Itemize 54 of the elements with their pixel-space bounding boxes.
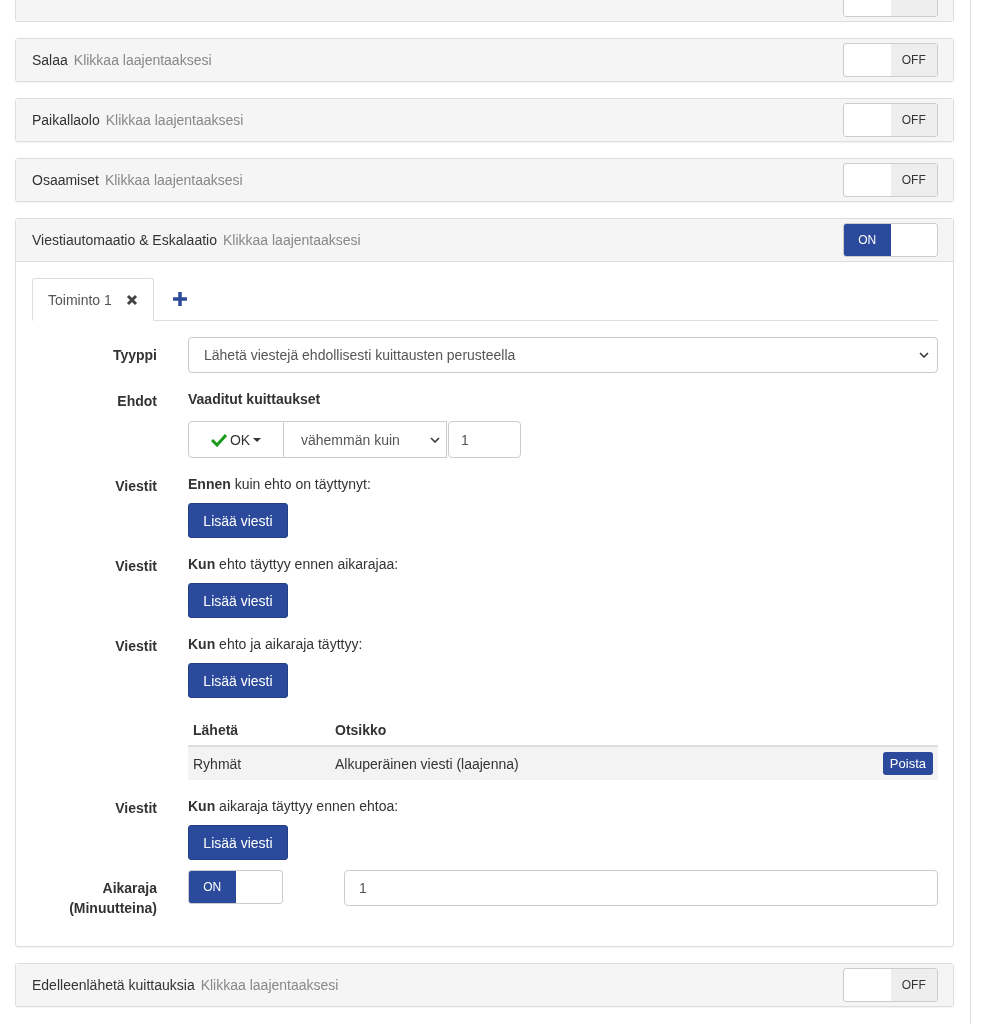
add-message-button[interactable]: Lisää viesti (188, 825, 288, 860)
panel-hint: Klikkaa laajentaaksesi (200, 977, 339, 993)
panel-hint: Klikkaa laajentaaksesi (73, 52, 212, 68)
delete-button[interactable]: Poista (882, 752, 933, 775)
field-label: Aikaraja (Minuutteina) (68, 879, 157, 918)
timeout-input[interactable]: 1 (344, 870, 938, 906)
tab[interactable]: Toiminto 1 (32, 278, 154, 321)
panel-title: Edelleenlähetä kuittauksia (32, 977, 195, 993)
panel-header[interactable]: Osaamiset Klikkaa laajentaaksesi OFF (16, 159, 953, 201)
column-header: Otsikko (334, 722, 388, 738)
checkmark-icon (210, 432, 227, 447)
column-header: Lähetä (192, 722, 240, 738)
conditions-heading: Vaaditut kuittaukset (188, 390, 321, 407)
panel-title: Salaa (32, 52, 68, 68)
toggle-switch[interactable]: OFF (843, 43, 938, 77)
toggle-switch[interactable]: OFF (843, 103, 938, 137)
close-icon (125, 293, 138, 306)
field-label: Viestit (114, 477, 157, 496)
panel-header[interactable]: Edelleenlähetä kuittauksia Klikkaa laajentaaksesi OFF (16, 964, 953, 1006)
add-message-button[interactable]: Lisää viesti (188, 503, 288, 538)
messages-description: Kun aikaraja täyttyy ennen ehtoa: (188, 797, 399, 814)
table-cell-text: Alkuperäinen viesti (laajenna) (334, 755, 520, 772)
panel-header[interactable]: Viestiautomaatio & Eskalaatio Klikkaa laajentaaksesi ON (16, 219, 953, 262)
field-label: Tyyppi (111, 346, 157, 365)
panel-title: Viestiautomaatio & Eskalaatio (32, 232, 217, 248)
caret-icon (253, 437, 262, 442)
panel-hint: Klikkaa laajentaaksesi (222, 232, 361, 248)
panel-header[interactable]: Salaa Klikkaa laajentaaksesi OFF (16, 39, 953, 81)
toggle-switch[interactable]: OFF (843, 163, 938, 197)
panel-hint: Klikkaa laajentaaksesi (105, 112, 244, 128)
field-label: Viestit (114, 557, 157, 576)
messages-description: Ennen kuin ehto on täyttynyt: (188, 475, 371, 492)
ack-dropdown-button[interactable]: OK (188, 421, 284, 458)
table-cell-text: Ryhmät (192, 755, 243, 772)
panel-title: Osaamiset (32, 172, 99, 188)
field-label: Ehdot (116, 392, 157, 411)
panel-hint: Klikkaa laajentaaksesi (104, 172, 243, 188)
chevron-down-icon (919, 352, 929, 358)
toggle-switch[interactable]: OFF (843, 968, 938, 1002)
field-label: Viestit (114, 799, 157, 818)
field-label: Viestit (114, 637, 157, 656)
add-message-button[interactable]: Lisää viesti (188, 663, 288, 698)
type-dropdown[interactable]: Lähetä viestejä ehdollisesti kuittausten perusteella (188, 337, 938, 373)
add-message-button[interactable]: Lisää viesti (188, 583, 288, 618)
messages-description: Kun ehto ja aikaraja täyttyy: (188, 635, 363, 652)
panel-header[interactable]: Paikallaolo Klikkaa laajentaaksesi OFF (16, 99, 953, 141)
toggle-switch[interactable]: ON (843, 223, 938, 257)
toggle-switch[interactable]: ON (188, 870, 283, 904)
plus-icon (172, 291, 187, 306)
comparison-dropdown[interactable]: vähemmän kuin (284, 421, 447, 458)
chevron-down-icon (430, 436, 440, 443)
panel-title: Paikallaolo (32, 112, 100, 128)
messages-description: Kun ehto täyttyy ennen aikarajaa: (188, 555, 399, 572)
count-input[interactable]: 1 (448, 421, 521, 458)
